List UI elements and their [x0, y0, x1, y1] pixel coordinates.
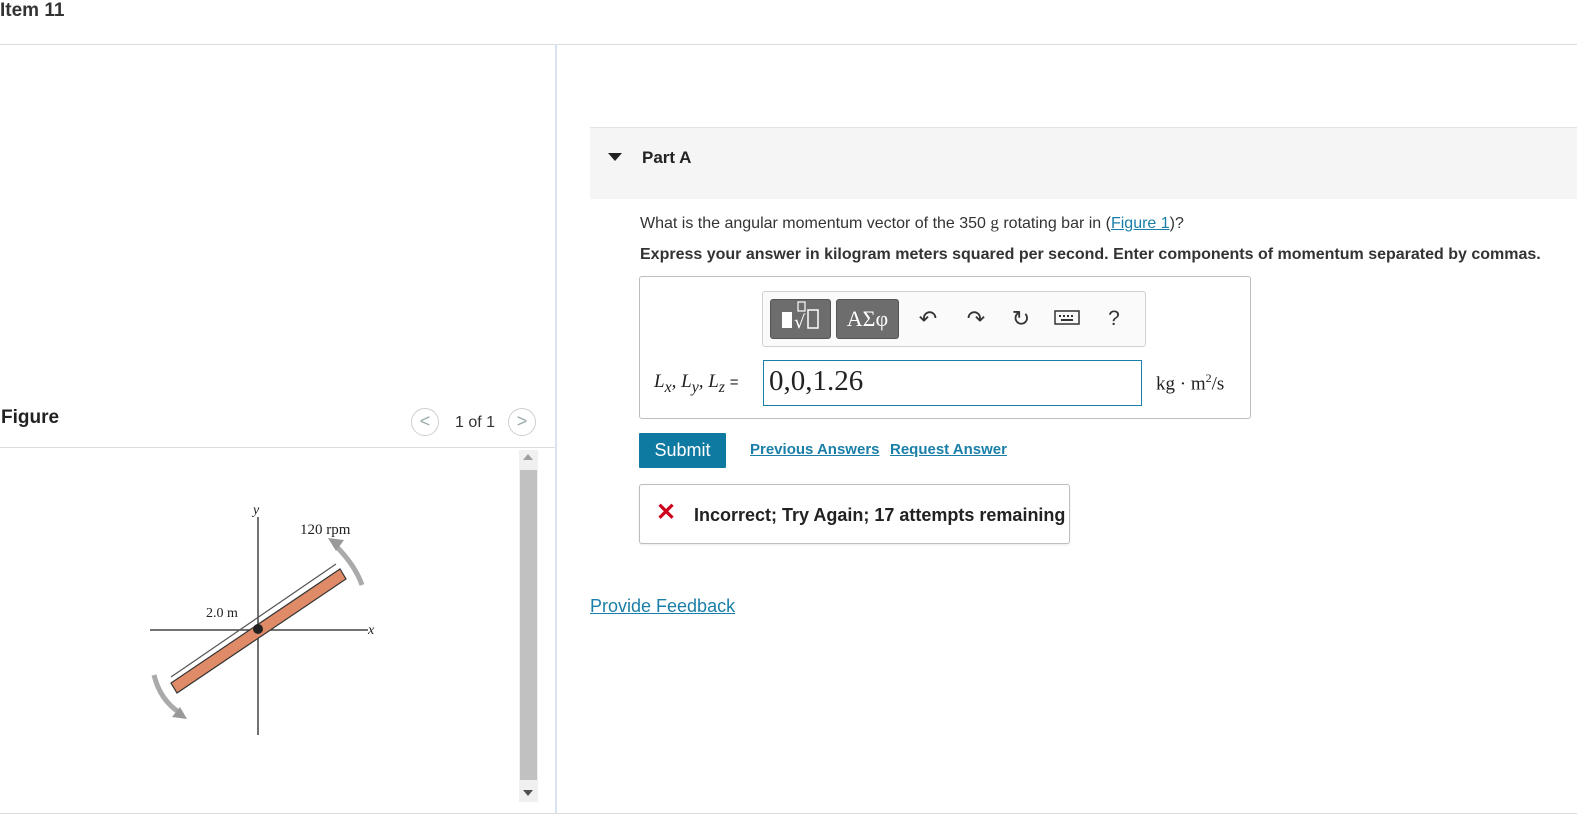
math-toolbar: √ ΑΣφ ↶ ↷ ↻ ? [762, 291, 1146, 347]
ly-symbol: L [681, 371, 692, 392]
pivot-point [253, 624, 263, 634]
chevron-right-icon: > [516, 411, 528, 431]
figure-prev-button[interactable]: < [411, 408, 439, 436]
lz-symbol: L [708, 371, 719, 392]
undo-icon[interactable]: ↶ [914, 306, 942, 332]
answer-input[interactable]: 0,0,1.26 [763, 360, 1142, 406]
request-answer-link[interactable]: Request Answer [890, 441, 1007, 458]
question-suffix: )? [1169, 215, 1184, 232]
reset-icon[interactable]: ↻ [1007, 306, 1035, 332]
equals-sign: = [729, 374, 739, 391]
feedback-text: Incorrect; Try Again; 17 attempts remain… [694, 505, 1066, 525]
question-prefix: What is the angular momentum vector of t… [640, 215, 991, 232]
help-button[interactable]: ? [1100, 306, 1128, 332]
question-text: What is the angular momentum vector of t… [640, 213, 1184, 233]
redo-icon[interactable]: ↷ [962, 306, 990, 332]
x-axis-label: x [367, 623, 375, 638]
part-a-header[interactable]: Part A [590, 127, 1577, 199]
length-label: 2.0 m [206, 606, 238, 621]
item-title: Item 11 [0, 0, 65, 21]
answer-instruction: Express your answer in kilogram meters s… [640, 246, 1541, 263]
incorrect-x-icon: ✕ [656, 499, 677, 526]
keyboard-icon[interactable] [1053, 306, 1081, 332]
svg-text:√: √ [794, 312, 806, 333]
figure-divider [0, 447, 555, 448]
answer-area: √ ΑΣφ ↶ ↷ ↻ ? Lx, Ly, Lz = 0,0,1.26 kg ·… [639, 276, 1251, 419]
collapse-caret-icon[interactable] [608, 153, 622, 161]
figure-next-button[interactable]: > [508, 408, 536, 436]
length-dimension-line [170, 563, 337, 678]
submit-button[interactable]: Submit [639, 433, 726, 468]
answer-units: kg · m2/s [1156, 371, 1224, 395]
figure-scrollbar[interactable] [519, 450, 538, 802]
lx-symbol: L [654, 371, 665, 392]
figure-counter: 1 of 1 [455, 414, 496, 431]
scroll-up-arrow-icon[interactable] [523, 454, 533, 460]
y-axis-label: y [251, 503, 260, 518]
speed-label: 120 rpm [300, 522, 351, 538]
figure-link[interactable]: Figure 1 [1111, 215, 1170, 232]
templates-icon: √ [782, 301, 819, 333]
ly-subscript: y [691, 378, 699, 396]
question-unit: g [990, 213, 999, 232]
rotating-bar-figure: y x 2.0 m 120 rpm [150, 503, 375, 735]
answer-variable-label: Lx, Ly, Lz = [654, 371, 739, 396]
part-title: Part A [642, 148, 692, 167]
feedback-message: ✕ Incorrect; Try Again; 17 attempts rema… [639, 484, 1070, 544]
provide-feedback-link[interactable]: Provide Feedback [590, 596, 735, 617]
lx-subscript: x [664, 378, 672, 396]
footer-divider [0, 813, 1577, 814]
units-suffix: /s [1211, 373, 1225, 395]
figure-heading: Figure [1, 407, 60, 428]
scroll-down-arrow-icon[interactable] [523, 790, 533, 796]
previous-answers-link[interactable]: Previous Answers [750, 441, 880, 458]
scrollbar-thumb[interactable] [520, 470, 537, 780]
units-base: kg · m [1156, 373, 1206, 395]
panel-splitter[interactable] [555, 45, 557, 813]
lz-subscript: z [718, 378, 725, 396]
chevron-left-icon: < [419, 411, 431, 431]
header-divider [0, 44, 1577, 45]
greek-symbols-button[interactable]: ΑΣφ [836, 299, 899, 339]
question-mid: rotating bar in ( [998, 215, 1111, 232]
templates-button[interactable]: √ [770, 299, 831, 339]
